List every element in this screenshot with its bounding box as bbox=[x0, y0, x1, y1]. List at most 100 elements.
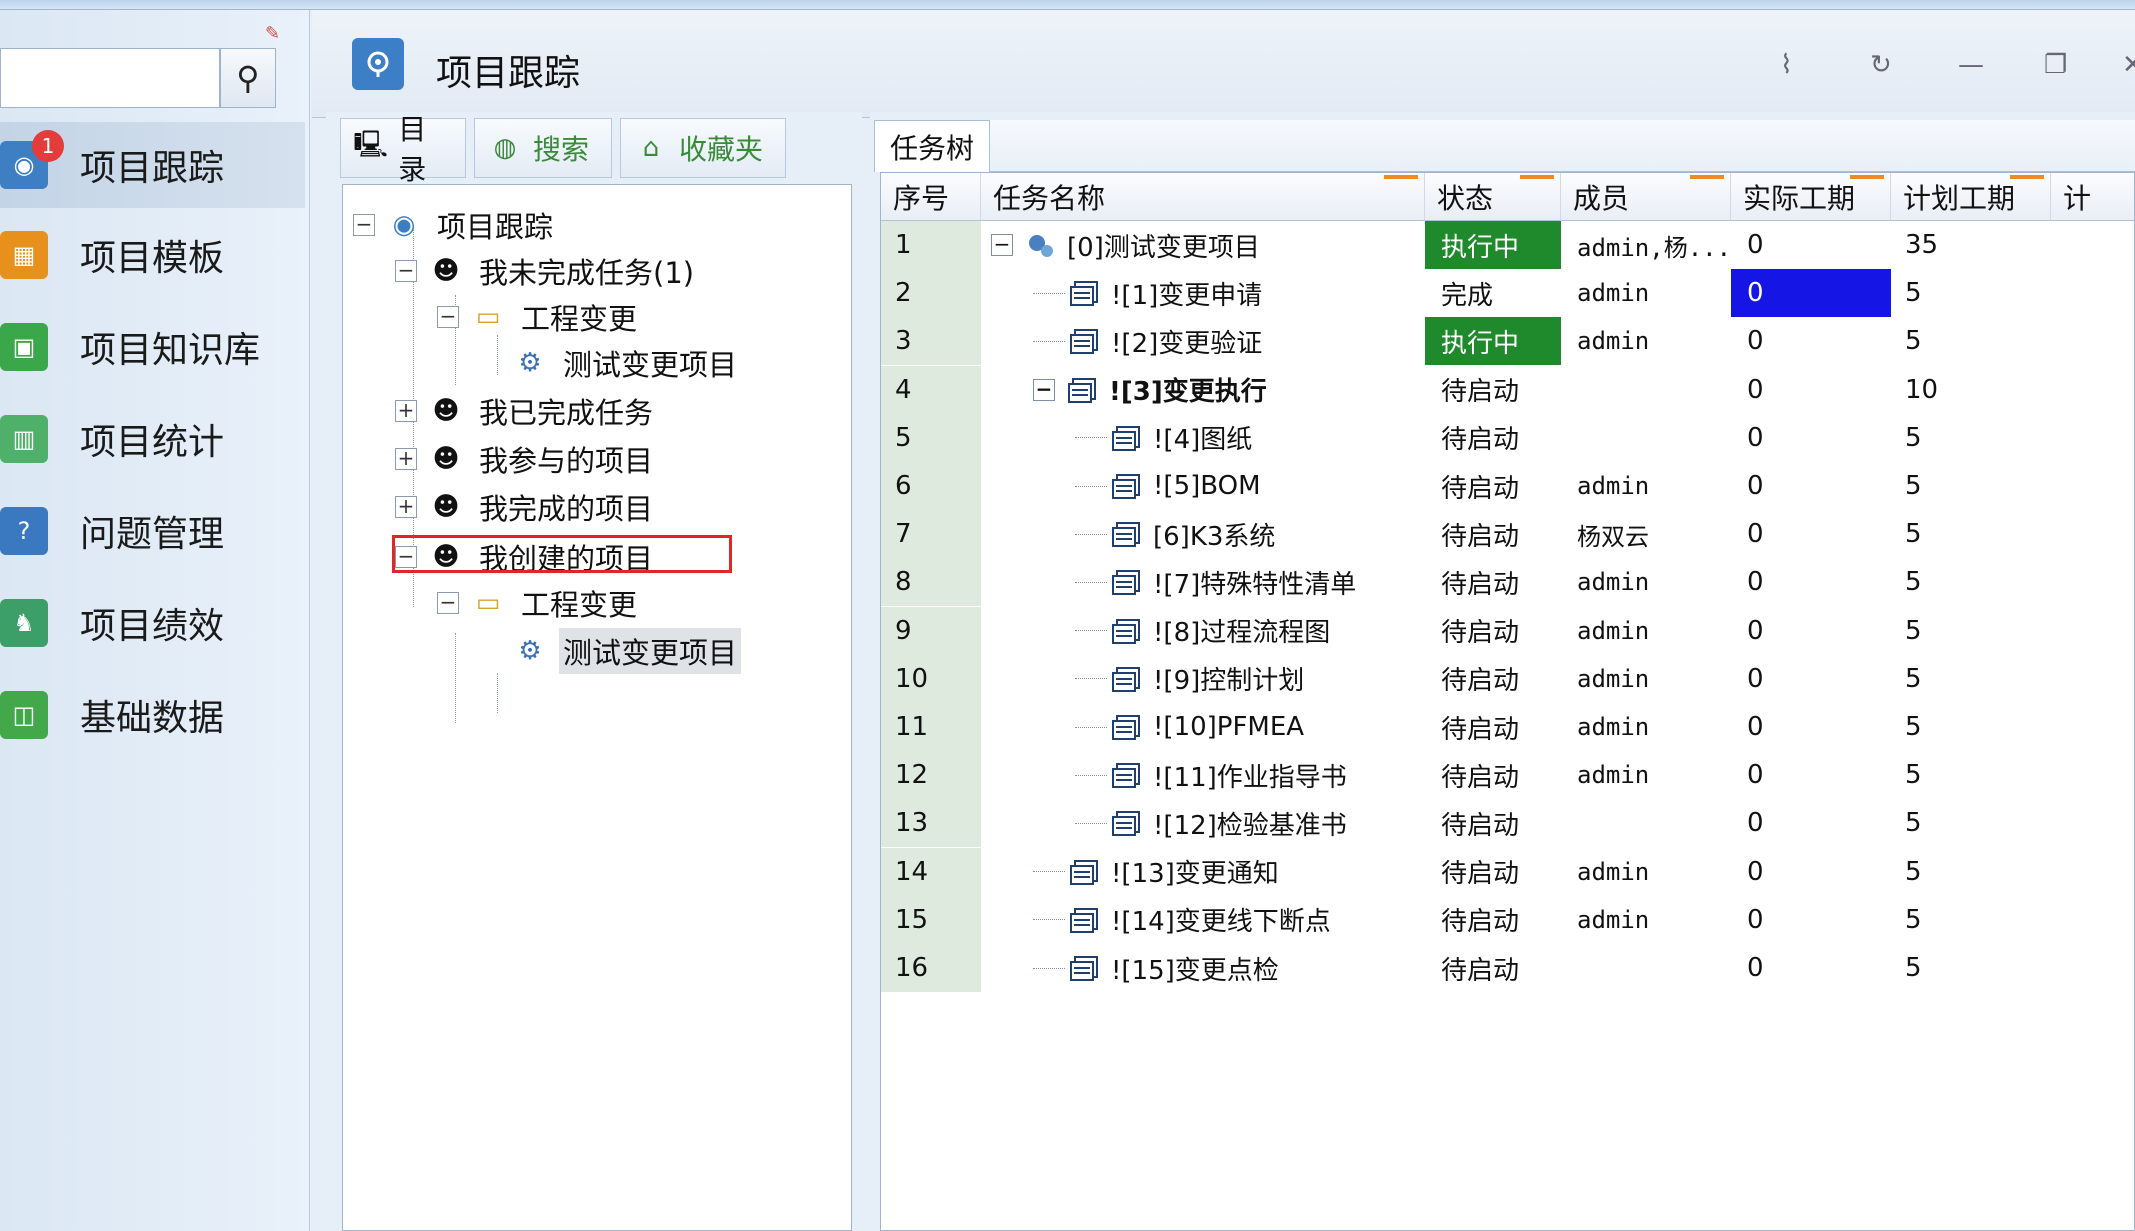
table-row[interactable]: 10 ![9]控制计划 待启动 admin 0 5 bbox=[881, 654, 2134, 703]
col-header-plan[interactable]: 计划工期 bbox=[1891, 173, 2051, 221]
collapse-icon[interactable]: − bbox=[395, 260, 417, 282]
col-header-actual[interactable]: 实际工期 bbox=[1731, 173, 1891, 221]
cell-task-name[interactable]: ![2]变更验证 bbox=[1033, 317, 1262, 365]
cell-actual-duration[interactable]: 0 bbox=[1731, 414, 1891, 462]
expand-icon[interactable]: + bbox=[395, 448, 417, 470]
search-button[interactable]: ⚲ bbox=[220, 48, 276, 108]
restore-icon[interactable]: ❐ bbox=[2044, 50, 2067, 80]
cell-actual-duration[interactable]: 0 bbox=[1731, 799, 1891, 847]
tree-node-root[interactable]: − ◉ 项目跟踪 bbox=[353, 203, 557, 247]
col-header-status[interactable]: 状态 bbox=[1425, 173, 1561, 221]
collapse-icon[interactable]: − bbox=[353, 214, 375, 236]
cell-actual-duration[interactable]: 0 bbox=[1731, 558, 1891, 606]
collapse-icon[interactable]: − bbox=[991, 234, 1013, 256]
col-header-name[interactable]: 任务名称 bbox=[981, 173, 1425, 221]
collapse-icon[interactable]: − bbox=[1033, 378, 1055, 401]
table-row[interactable]: 4 − ![3]变更执行 待启动 0 10 bbox=[881, 365, 2134, 414]
tree-node-my-finished[interactable]: + ☻ 我已完成任务 bbox=[395, 389, 657, 433]
tree-node-my-unfinished[interactable]: − ☻ 我未完成任务(1) bbox=[395, 249, 698, 293]
cell-task-name[interactable]: ![4]图纸 bbox=[1075, 414, 1252, 462]
cell-actual-duration[interactable]: 0 bbox=[1731, 462, 1891, 510]
cell-member: admin bbox=[1577, 857, 1650, 886]
cell-actual-duration[interactable]: 0 bbox=[1731, 703, 1891, 751]
cell-task-name[interactable]: ![1]变更申请 bbox=[1033, 269, 1262, 317]
task-tree-panel: 任务树 序号 任务名称 状态 成员 实际工期 计划工期 计 1− [0]测试变更项… bbox=[870, 112, 2135, 1231]
pin-icon[interactable]: ✎ bbox=[265, 25, 281, 43]
table-row[interactable]: 14 ![13]变更通知 待启动 admin 0 5 bbox=[881, 847, 2134, 896]
cell-task-name[interactable]: ![14]变更线下断点 bbox=[1033, 896, 1331, 944]
table-row[interactable]: 6 ![5]BOM 待启动 admin 0 5 bbox=[881, 462, 2134, 510]
tree-node-engineering-change[interactable]: − ▭ 工程变更 bbox=[437, 295, 641, 339]
tree-node-engineering-change-2[interactable]: − ▭ 工程变更 bbox=[437, 581, 641, 625]
table-row[interactable]: 15 ![14]变更线下断点 待启动 admin 0 5 bbox=[881, 895, 2134, 944]
cell-seq: 6 bbox=[881, 462, 981, 510]
tree-node-my-completed[interactable]: + ☻ 我完成的项目 bbox=[395, 485, 657, 529]
cell-actual-duration[interactable]: 0 bbox=[1731, 317, 1891, 365]
table-row[interactable]: 5 ![4]图纸 待启动 0 5 bbox=[881, 413, 2134, 462]
close-icon[interactable]: ✕ bbox=[2122, 50, 2135, 80]
table-row[interactable]: 11 ![10]PFMEA 待启动 admin 0 5 bbox=[881, 703, 2134, 751]
table-row[interactable]: 2 ![1]变更申请 完成 admin 0 5 bbox=[881, 269, 2134, 318]
cell-actual-duration[interactable]: 0 bbox=[1731, 944, 1891, 992]
table-row[interactable]: 9 ![8]过程流程图 待启动 admin 0 5 bbox=[881, 606, 2134, 655]
feedback-icon[interactable]: ⌇ bbox=[1780, 50, 1793, 80]
cell-actual-duration[interactable]: 0 bbox=[1731, 655, 1891, 703]
cell-actual-duration[interactable]: 0 bbox=[1731, 269, 1891, 318]
tree-node-label: 项目跟踪 bbox=[437, 210, 554, 244]
cell-task-name[interactable]: ![9]控制计划 bbox=[1075, 655, 1304, 703]
cell-task-name[interactable]: − [0]测试变更项目 bbox=[991, 221, 1260, 269]
cell-actual-duration[interactable]: 0 bbox=[1731, 751, 1891, 799]
cell-actual-duration[interactable]: 0 bbox=[1731, 896, 1891, 944]
cell-task-name[interactable]: ![7]特殊特性清单 bbox=[1075, 558, 1356, 606]
expand-icon[interactable]: + bbox=[395, 400, 417, 422]
tab-favorites[interactable]: ⌂ 收藏夹 bbox=[620, 118, 786, 178]
cell-task-name[interactable]: − ![3]变更执行 bbox=[1033, 366, 1267, 414]
nav-item-performance[interactable]: ♞ 项目绩效 bbox=[0, 580, 305, 666]
table-row[interactable]: 12 ![11]作业指导书 待启动 admin 0 5 bbox=[881, 751, 2134, 800]
tab-search[interactable]: ◍ 搜索 bbox=[474, 118, 612, 178]
nav-item-project-template[interactable]: ▦ 项目模板 bbox=[0, 212, 305, 298]
col-header-seq[interactable]: 序号 bbox=[881, 173, 981, 221]
col-header-member[interactable]: 成员 bbox=[1561, 173, 1731, 221]
tab-catalog[interactable]: 🖳 目录 bbox=[340, 113, 466, 186]
tree-node-test-change-project-2[interactable]: ⚙ 测试变更项目 bbox=[513, 628, 742, 674]
cell-actual-duration[interactable]: 0 bbox=[1731, 366, 1891, 414]
tab-task-tree[interactable]: 任务树 bbox=[874, 120, 990, 172]
tree-node-test-change-project[interactable]: ⚙ 测试变更项目 bbox=[513, 341, 741, 385]
nav-item-issue-management[interactable]: ? 问题管理 bbox=[0, 488, 305, 574]
tree-node-my-participated[interactable]: + ☻ 我参与的项目 bbox=[395, 437, 657, 481]
col-header-extra[interactable]: 计 bbox=[2051, 173, 2134, 221]
expand-icon[interactable]: + bbox=[395, 496, 417, 518]
cell-task-name[interactable]: ![15]变更点检 bbox=[1033, 944, 1279, 992]
task-name-label: ![4]图纸 bbox=[1153, 425, 1253, 456]
collapse-icon[interactable]: − bbox=[437, 592, 459, 614]
collapse-icon[interactable]: − bbox=[437, 306, 459, 328]
table-row[interactable]: 16 ![15]变更点检 待启动 0 5 bbox=[881, 944, 2134, 992]
cell-actual-duration[interactable]: 0 bbox=[1731, 221, 1891, 269]
cell-actual-duration[interactable]: 0 bbox=[1731, 510, 1891, 558]
cell-task-name[interactable]: ![11]作业指导书 bbox=[1075, 751, 1347, 799]
nav-item-statistics[interactable]: ▥ 项目统计 bbox=[0, 396, 305, 482]
table-row[interactable]: 13 ![12]检验基准书 待启动 0 5 bbox=[881, 799, 2134, 848]
cell-task-name[interactable]: ![10]PFMEA bbox=[1075, 703, 1304, 751]
refresh-icon[interactable]: ↻ bbox=[1870, 50, 1892, 80]
nav-item-knowledge-base[interactable]: ▣ 项目知识库 bbox=[0, 304, 305, 390]
table-row[interactable]: 1− [0]测试变更项目 执行中 admin,杨... 0 35 bbox=[881, 221, 2134, 269]
cell-actual-duration[interactable]: 0 bbox=[1731, 607, 1891, 655]
table-row[interactable]: 3 ![2]变更验证 执行中 admin 0 5 bbox=[881, 317, 2134, 366]
cell-task-name[interactable]: ![12]检验基准书 bbox=[1075, 799, 1347, 847]
cell-task-name[interactable]: ![8]过程流程图 bbox=[1075, 607, 1330, 655]
tree-guide bbox=[497, 673, 498, 713]
cell-status: 待启动 bbox=[1441, 521, 1520, 552]
cell-task-name[interactable]: [6]K3系统 bbox=[1075, 510, 1275, 558]
nav-item-base-data[interactable]: ◫ 基础数据 bbox=[0, 672, 305, 758]
table-row[interactable]: 8 ![7]特殊特性清单 待启动 admin 0 5 bbox=[881, 558, 2134, 607]
cell-task-name[interactable]: ![13]变更通知 bbox=[1033, 848, 1279, 896]
cell-actual-duration[interactable]: 0 bbox=[1731, 848, 1891, 896]
table-row[interactable]: 7 [6]K3系统 待启动 杨双云 0 5 bbox=[881, 510, 2134, 559]
minimize-icon[interactable]: — bbox=[1958, 50, 1984, 80]
cell-task-name[interactable]: ![5]BOM bbox=[1075, 462, 1261, 510]
cell-seq: 9 bbox=[881, 606, 981, 655]
tab-strip bbox=[990, 120, 2135, 172]
nav-search-input[interactable] bbox=[0, 48, 220, 108]
